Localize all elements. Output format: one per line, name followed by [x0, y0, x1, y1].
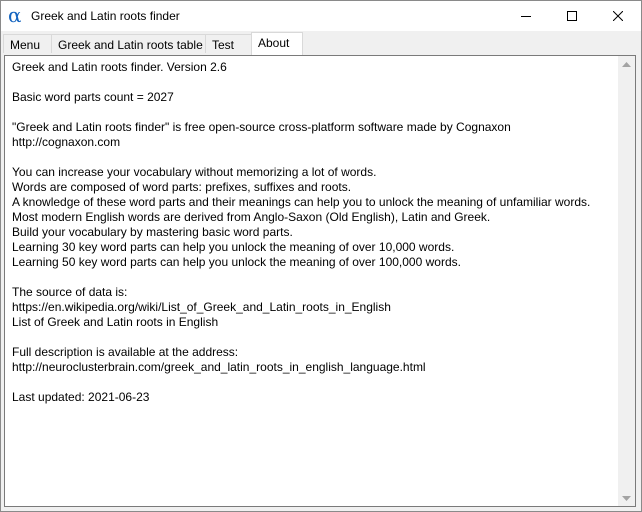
source-heading: The source of data is:: [12, 285, 128, 299]
minimize-icon: [521, 16, 531, 17]
description-heading: Full description is available at the add…: [12, 345, 239, 359]
chevron-down-icon: [622, 495, 631, 501]
tab-menu[interactable]: Menu: [3, 34, 52, 53]
intro-line: Build your vocabulary by mastering basic…: [12, 225, 293, 239]
close-icon: [613, 11, 623, 21]
intro-line: Learning 30 key word parts can help you …: [12, 240, 455, 254]
description-url: http://neuroclusterbrain.com/greek_and_l…: [12, 360, 426, 374]
tab-bar: Menu Greek and Latin roots table Test Ab…: [1, 31, 641, 55]
intro-line: You can increase your vocabulary without…: [12, 165, 377, 179]
intro-line: Words are composed of word parts: prefix…: [12, 180, 352, 194]
window-title: Greek and Latin roots finder: [31, 9, 180, 23]
maximize-icon: [567, 11, 577, 21]
intro-line: Most modern English words are derived fr…: [12, 210, 491, 224]
about-text-box[interactable]: Greek and Latin roots finder. Version 2.…: [4, 55, 636, 507]
app-window: α Greek and Latin roots finder Menu Gree…: [0, 0, 642, 512]
word-parts-count: Basic word parts count = 2027: [12, 90, 174, 104]
version-line: Greek and Latin roots finder. Version 2.…: [12, 60, 227, 74]
intro-line: Learning 50 key word parts can help you …: [12, 255, 461, 269]
minimize-button[interactable]: [503, 1, 549, 31]
maximize-button[interactable]: [549, 1, 595, 31]
scroll-track[interactable]: [618, 73, 635, 489]
chevron-up-icon: [622, 61, 631, 67]
last-updated: Last updated: 2021-06-23: [12, 390, 150, 404]
source-url: https://en.wikipedia.org/wiki/List_of_Gr…: [12, 300, 391, 314]
tab-about[interactable]: About: [251, 32, 303, 55]
site-url: http://cognaxon.com: [12, 135, 121, 149]
source-title: List of Greek and Latin roots in English: [12, 315, 219, 329]
vertical-scrollbar[interactable]: [618, 56, 635, 506]
alpha-app-icon: α: [8, 3, 22, 27]
about-text: Greek and Latin roots finder. Version 2.…: [12, 60, 612, 500]
scroll-up-button[interactable]: [618, 56, 635, 73]
tab-roots-table[interactable]: Greek and Latin roots table: [51, 34, 206, 53]
license-line: "Greek and Latin roots finder" is free o…: [12, 120, 511, 134]
title-bar[interactable]: α Greek and Latin roots finder: [1, 1, 641, 31]
scroll-down-button[interactable]: [618, 489, 635, 506]
intro-line: A knowledge of these word parts and thei…: [12, 195, 591, 209]
tab-test[interactable]: Test: [205, 34, 252, 53]
close-button[interactable]: [595, 1, 641, 31]
